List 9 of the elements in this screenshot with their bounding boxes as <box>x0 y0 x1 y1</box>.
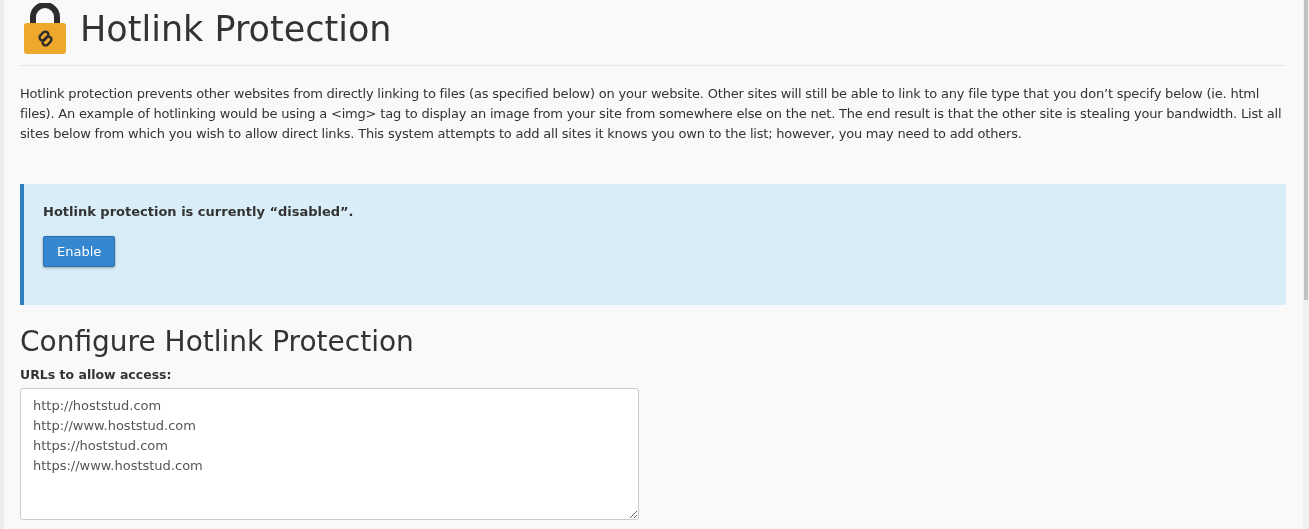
enable-button[interactable]: Enable <box>43 236 116 267</box>
padlock-icon <box>23 3 67 55</box>
scrollbar-thumb[interactable] <box>1304 0 1308 300</box>
page-title: Hotlink Protection <box>80 9 392 49</box>
status-message: Hotlink protection is currently “disabled”. <box>43 204 355 219</box>
urls-field[interactable]: http://hoststud.com http://www.hoststud.com https://hoststud.com https://www.hoststud.com <box>20 388 639 520</box>
urls-label: URLs to allow access: <box>20 367 173 382</box>
description-text: Hotlink protection prevents other websites from directly linking to files (as specified below) on your website. Other sites will still be able to link to any file type that you don’t specify below (ie. html files). An example of hotlinking would be using a <img> tag to display an image from your site from somewhere else on the net. The end result is that the other site is stealing your bandwidth. List all sites below from which you wish to allow direct links. This system attempts to add all sites it knows you own to the list; however, you may need to add others. <box>20 85 1283 143</box>
section-heading: Configure Hotlink Protection <box>20 325 415 359</box>
